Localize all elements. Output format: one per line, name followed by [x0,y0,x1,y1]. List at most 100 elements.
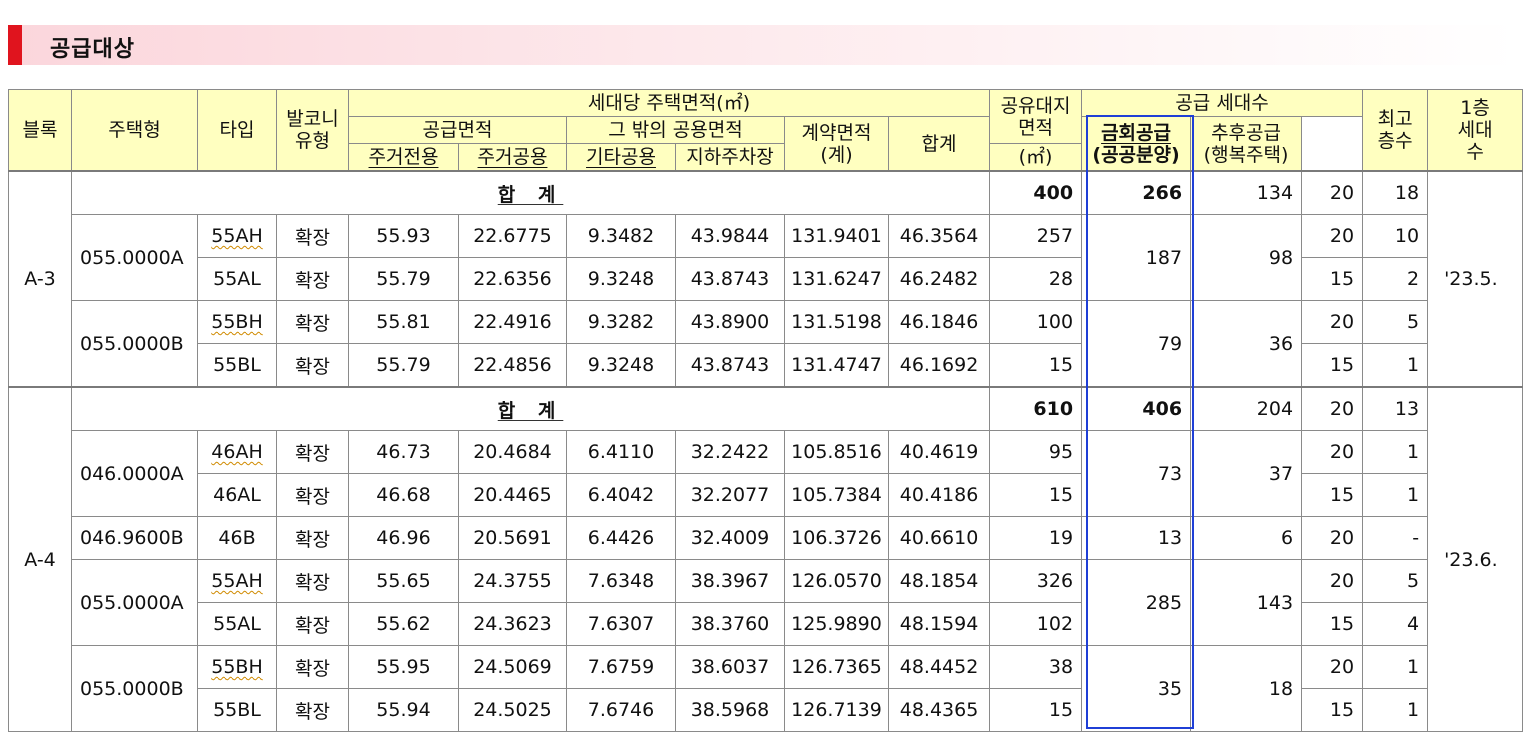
future-supply: 37 [1190,430,1303,517]
household-total: 100 [989,300,1083,344]
section-accent-bar [8,25,22,65]
shared-land-area: 48.1594 [887,602,991,646]
type-cell: 46AH [197,430,277,474]
first-floor-units: 10 [1362,214,1429,258]
type-code: 46AH [211,441,263,463]
summary-total: 400 [989,170,1083,215]
household-total: 15 [989,473,1083,517]
type-cell: 55BL [197,688,277,732]
future-supply: 18 [1190,645,1303,732]
residential-common: 24.3623 [458,602,567,646]
type-code: 55AH [211,225,263,247]
table-row: 055.0000A 55AH 확장 55.65 24.3755 7.6348 38.3967… [9,559,1523,646]
first-floor-units: 5 [1362,559,1429,603]
residential-exclusive: 55.65 [348,559,459,603]
current-supply: 35 [1081,645,1192,732]
contract-area: 126.7365 [784,645,889,689]
underground-parking: 43.8900 [675,300,785,344]
max-floors: 20 [1301,430,1364,474]
type-cell: 55AH [197,214,277,258]
balcony-type: 확장 [276,300,349,344]
header-future-supply: 추후공급 (행복주택) [1190,116,1303,172]
household-total: 28 [989,257,1083,301]
summary-future: 204 [1190,386,1303,431]
residential-common: 22.6356 [458,257,567,301]
balcony-type: 확장 [276,688,349,732]
residential-common: 22.4856 [458,343,567,388]
type-code: 46AL [213,484,261,506]
header-other-common-area: 그 밖의 공용면적 [566,116,785,144]
first-floor-units: - [1362,516,1429,560]
contract-area: 105.7384 [784,473,889,517]
type-code: 55AH [211,570,263,592]
first-floor-units: 1 [1362,430,1429,474]
underground-parking: 43.8743 [675,343,785,388]
table-row: 046.0000A 46AH 확장 46.73 20.4684 6.4110 32.2422… [9,430,1523,517]
residential-exclusive: 46.73 [348,430,459,474]
underground-parking: 38.6037 [675,645,785,689]
residential-exclusive: 55.93 [348,214,459,258]
header-underground-parking: 지하주차장 [675,143,785,172]
balcony-type: 확장 [276,214,349,258]
type-cell: 46B [197,516,277,560]
move-in-date: '23.5. [1427,170,1524,388]
type-cell: 55AL [197,602,277,646]
summary-row: A-3 합 계 400 266 134 20 18'23.5. [8,170,1524,388]
underground-parking: 38.3967 [675,559,785,603]
shared-land-area: 48.4365 [887,688,991,732]
balcony-type: 확장 [276,257,349,301]
shared-land-area: 46.3564 [887,214,991,258]
balcony-type: 확장 [276,645,349,689]
header-balcony: 발코니 유형 [276,89,349,172]
residential-common: 20.4465 [458,473,567,517]
type-cell: 55AH [197,559,277,603]
household-total: 95 [989,430,1083,474]
residential-common: 22.6775 [458,214,567,258]
type-code: 55BL [213,699,261,721]
residential-common: 20.5691 [458,516,567,560]
header-shared-land-unit: (㎡) [989,143,1083,172]
type-cell: 46AL [197,473,277,517]
residential-exclusive: 55.95 [348,645,459,689]
contract-area: 131.9401 [784,214,889,258]
type-cell: 55BH [197,300,277,344]
housing-type: 055.0000B [71,645,198,732]
supply-table: 블록 주택형 타입 발코니 유형 세대당 주택면적(㎡) 공유대지 면적 공급 세대… [8,89,1524,732]
header-residential-exclusive: 주거전용 [348,143,459,172]
household-total: 257 [989,214,1083,258]
block-name: A-3 [8,170,72,388]
header-current-supply: 금회공급 (공공분양) [1081,116,1192,172]
summary-floors: 20 [1301,170,1364,215]
max-floors: 15 [1301,343,1364,388]
table-header: 블록 주택형 타입 발코니 유형 세대당 주택면적(㎡) 공유대지 면적 공급 세대… [8,89,1524,172]
residential-common: 20.4684 [458,430,567,474]
move-in-date: '23.6. [1427,386,1524,732]
current-supply: 79 [1081,300,1192,388]
contract-area: 131.6247 [784,257,889,301]
residential-exclusive: 55.79 [348,257,459,301]
max-floors: 15 [1301,257,1364,301]
first-floor-units: 5 [1362,300,1429,344]
header-type: 타입 [197,89,277,172]
household-total: 38 [989,645,1083,689]
summary-future: 134 [1190,170,1303,215]
household-total: 102 [989,602,1083,646]
balcony-type: 확장 [276,602,349,646]
summary-first-floor: 13 [1362,386,1429,431]
section-title: 공급대상 [50,37,135,62]
first-floor-units: 1 [1362,473,1429,517]
household-total: 19 [989,516,1083,560]
underground-parking: 32.4009 [675,516,785,560]
balcony-type: 확장 [276,559,349,603]
table-row: 055.0000A 55AH 확장 55.93 22.6775 9.3482 43.9844… [9,214,1523,301]
type-code: 55AL [213,613,261,635]
housing-type: 055.0000B [71,300,198,388]
shared-land-area: 46.1692 [887,343,991,388]
balcony-type: 확장 [276,473,349,517]
future-supply: 98 [1190,214,1303,301]
underground-parking: 38.3760 [675,602,785,646]
contract-area: 106.3726 [784,516,889,560]
first-floor-units: 1 [1362,688,1429,732]
header-housing-type: 주택형 [71,89,198,172]
current-supply: 187 [1081,214,1192,301]
